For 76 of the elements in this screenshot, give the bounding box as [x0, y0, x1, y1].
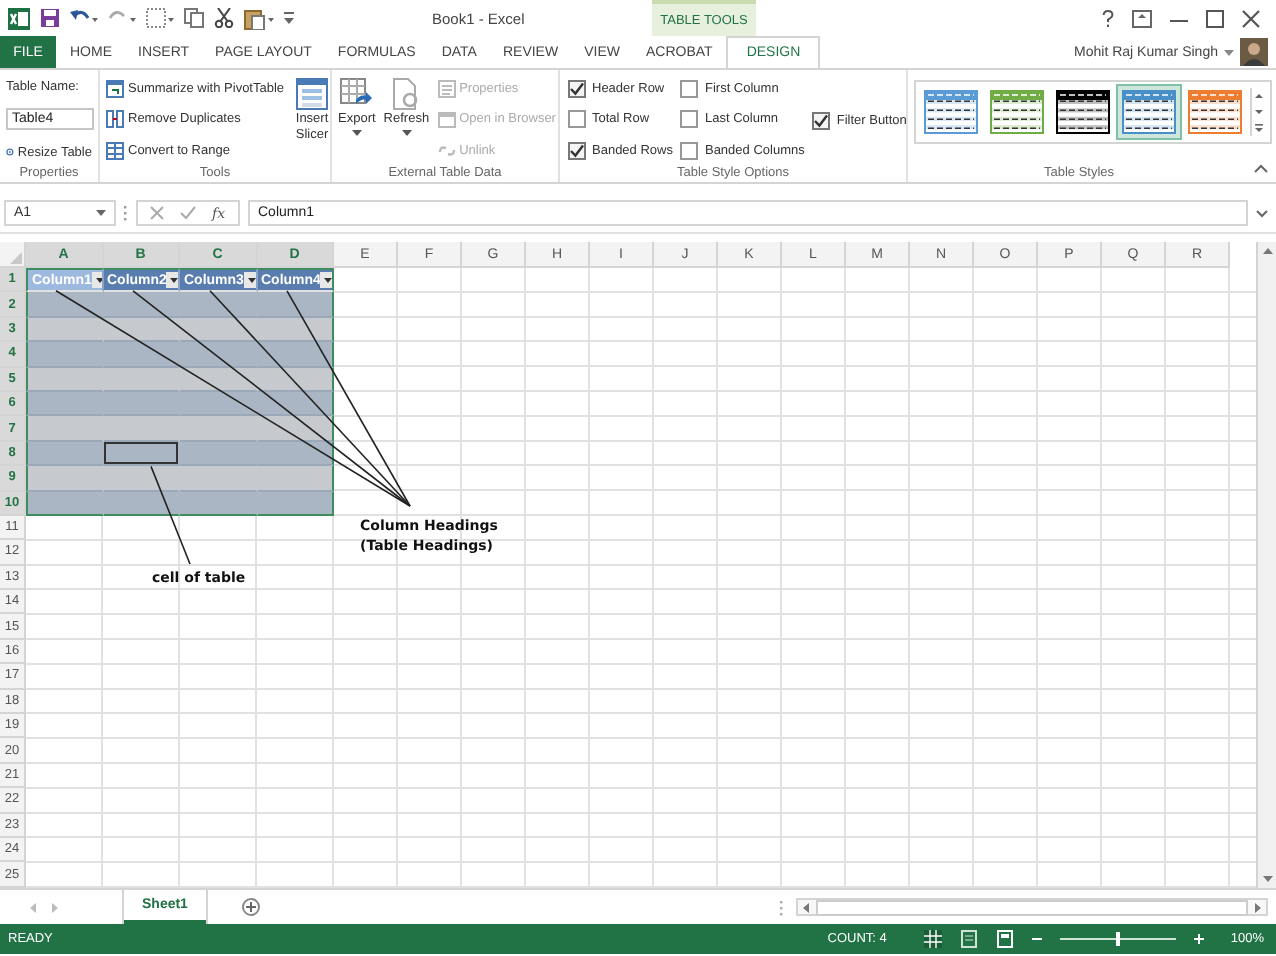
table-style-swatch[interactable]: [920, 86, 982, 138]
table-cell[interactable]: [26, 441, 103, 467]
table-cell[interactable]: [26, 317, 103, 343]
table-cell[interactable]: [257, 491, 334, 516]
filter-dropdown-icon[interactable]: [166, 272, 179, 289]
table-cell[interactable]: [180, 441, 257, 467]
filter-dropdown-icon[interactable]: [320, 272, 333, 289]
ribbon-display-icon[interactable]: [1132, 9, 1152, 27]
table-cell[interactable]: [257, 342, 334, 368]
expand-icon[interactable]: [1256, 209, 1268, 217]
check-icon: [570, 81, 584, 96]
table-cell[interactable]: [26, 416, 103, 442]
table-cell[interactable]: [257, 466, 334, 492]
page-layout-view-icon[interactable]: [960, 930, 979, 948]
check-icon: [570, 144, 584, 159]
excel-logo-icon: [8, 7, 30, 29]
table-style-swatch[interactable]: [1052, 86, 1114, 138]
save-icon[interactable]: [40, 8, 60, 28]
scroll-down-icon[interactable]: [1261, 874, 1273, 884]
checkbox-box[interactable]: [568, 142, 586, 161]
collapse-ribbon-icon[interactable]: [1254, 164, 1268, 174]
checkbox-box[interactable]: [680, 142, 699, 161]
add-sheet-icon[interactable]: [241, 898, 260, 916]
avatar-icon[interactable]: [1240, 38, 1268, 66]
convert-range-icon: [106, 142, 124, 161]
remove-duplicates-icon: [106, 110, 124, 129]
zoom-slider-thumb[interactable]: [1116, 932, 1121, 946]
table-cell[interactable]: [26, 342, 103, 368]
table-cell[interactable]: [257, 292, 334, 318]
scroll-left-icon[interactable]: [800, 901, 812, 913]
paste-icon[interactable]: [244, 7, 274, 29]
checkbox-box[interactable]: [680, 79, 699, 98]
table-style-swatch[interactable]: [1118, 86, 1180, 138]
cut-icon[interactable]: [214, 8, 234, 28]
caret-icon: [351, 129, 362, 136]
horizontal-scrollbar[interactable]: [796, 898, 1268, 916]
table-cell[interactable]: [26, 367, 103, 392]
properties-icon: [437, 79, 456, 98]
table-cell[interactable]: [26, 466, 103, 492]
vertical-scrollbar[interactable]: [1256, 242, 1276, 888]
scroll-right-icon[interactable]: [1252, 901, 1264, 913]
check-icon: [814, 113, 829, 127]
pivot-table-icon: [106, 79, 124, 98]
checkbox-box[interactable]: [568, 79, 586, 98]
checkbox-box[interactable]: [568, 110, 586, 129]
filter-dropdown-icon[interactable]: [91, 272, 102, 289]
checkbox-box[interactable]: [812, 111, 831, 129]
export-icon: [340, 78, 373, 110]
refresh-icon: [390, 78, 423, 110]
gallery-more-icon[interactable]: [1252, 120, 1266, 136]
caret-icon[interactable]: [1224, 49, 1234, 55]
gallery-up-icon[interactable]: [1252, 88, 1266, 104]
table-cell[interactable]: [26, 292, 103, 318]
table-style-swatch[interactable]: [986, 86, 1048, 138]
gallery-down-icon[interactable]: [1252, 104, 1266, 120]
unlink-icon: [437, 142, 456, 161]
copy-icon[interactable]: [184, 8, 204, 28]
page-break-view-icon[interactable]: [996, 930, 1015, 948]
customize-caret-icon[interactable]: [284, 12, 294, 24]
checkbox-box[interactable]: [680, 110, 699, 129]
caret-icon: [401, 129, 412, 136]
maximize-icon[interactable]: [1206, 9, 1224, 27]
resize-icon: [6, 144, 14, 160]
zoom-in-icon[interactable]: [1194, 934, 1205, 944]
caret-icon: [96, 210, 106, 216]
borders-icon[interactable]: [146, 8, 174, 28]
normal-view-icon[interactable]: [924, 930, 943, 948]
table-style-swatch[interactable]: [1184, 86, 1246, 138]
filter-dropdown-icon[interactable]: [243, 272, 256, 289]
slicer-icon: [296, 78, 329, 110]
browser-icon: [437, 110, 456, 129]
table-cell[interactable]: [26, 491, 103, 516]
scroll-up-icon[interactable]: [1261, 246, 1273, 256]
table-cell[interactable]: [26, 391, 103, 417]
close-icon[interactable]: [1242, 9, 1260, 27]
help-icon[interactable]: [1102, 9, 1114, 27]
